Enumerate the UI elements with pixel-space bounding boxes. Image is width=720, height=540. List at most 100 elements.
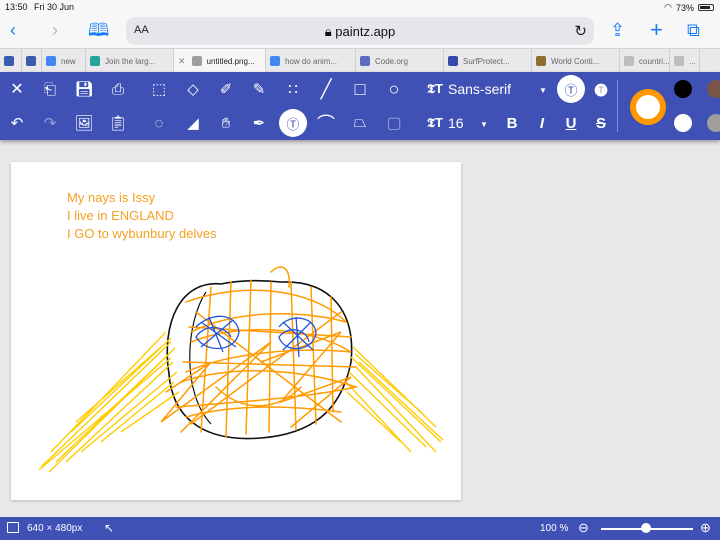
browser-tab[interactable]: new [42, 49, 86, 73]
font-size-dropdown-icon[interactable]: ▼ [480, 120, 488, 129]
tab-favicon-icon [624, 56, 634, 66]
close-icon[interactable]: ✕ [5, 77, 29, 101]
browser-tab[interactable]: World Conti... [532, 49, 620, 73]
status-time: 13:50 [5, 2, 28, 12]
tab-label: untitled.png... [206, 56, 255, 66]
redo-icon[interactable]: ↷ [38, 111, 62, 135]
zoom-out-icon[interactable]: ⊖ [578, 520, 589, 536]
tab-label: ... [689, 56, 696, 66]
tab-label: new [61, 56, 76, 66]
new-tab-icon[interactable]: + [650, 19, 663, 41]
curve-icon[interactable]: ⌒ [314, 111, 338, 135]
tabs-overview-icon[interactable]: ⧉ [687, 20, 700, 40]
underline-icon[interactable]: U [559, 111, 583, 135]
browser-tab[interactable]: SurfProtect... [444, 49, 532, 73]
pan-hand-icon[interactable]: ✋︎ [214, 111, 238, 135]
browser-tab[interactable]: Code.org [356, 49, 444, 73]
tab-favicon-icon [536, 56, 546, 66]
font-size-icon: 𝕿T [427, 115, 443, 130]
free-select-icon[interactable]: ◌ [147, 111, 171, 135]
italic-icon[interactable]: I [530, 111, 554, 135]
cursor-position-icon: ↖ [104, 521, 115, 535]
tab-label: World Conti... [551, 56, 600, 66]
browser-tab[interactable] [22, 49, 42, 73]
zoom-level: 100 % [540, 523, 569, 534]
font-family-icon: 𝕿T [427, 81, 443, 96]
eyedropper-icon[interactable]: ✐ [214, 77, 238, 101]
spray-icon[interactable]: ∷ [281, 77, 305, 101]
palette-swatch-gray[interactable] [707, 114, 720, 132]
current-color-swatch[interactable] [630, 89, 666, 125]
url-value: paintz.app [335, 24, 396, 39]
tab-favicon-icon [360, 56, 370, 66]
forward-icon[interactable]: › [52, 20, 58, 40]
palette-swatch-brown[interactable] [707, 80, 720, 98]
reload-icon[interactable]: ↻ [574, 22, 587, 40]
url-text: 🔒︎ paintz.app [126, 24, 594, 40]
rounded-rect-icon[interactable]: ▢ [382, 111, 406, 135]
tab-favicon-icon [4, 56, 14, 66]
tab-label: countri... [639, 56, 670, 66]
toolbar-divider [617, 80, 618, 132]
tab-favicon-icon [46, 56, 56, 66]
browser-tab[interactable] [0, 49, 22, 73]
browser-address-row: ‹ › 🕮 AA 🔒︎ paintz.app ↻ ⇪ + ⧉ [0, 14, 720, 48]
open-file-icon[interactable]: ⎗ [38, 77, 62, 101]
back-icon[interactable]: ‹ [10, 20, 16, 40]
tab-favicon-icon [674, 56, 684, 66]
tab-favicon-icon [448, 56, 458, 66]
browser-tab[interactable]: how do anim... [266, 49, 356, 73]
print-icon[interactable]: ⎙ [106, 77, 130, 101]
tab-favicon-icon [90, 56, 100, 66]
font-family-select[interactable]: Sans-serif [448, 81, 511, 97]
brush-icon[interactable]: ✒ [247, 111, 271, 135]
save-icon[interactable]: 💾︎ [72, 77, 96, 101]
line-icon[interactable]: ╱ [314, 77, 338, 101]
font-family-dropdown-icon[interactable]: ▼ [539, 86, 547, 95]
fill-bucket-icon[interactable]: ◢ [181, 111, 205, 135]
polygon-icon[interactable]: ⏢ [348, 111, 372, 135]
wifi-icon: ◠ [664, 2, 672, 12]
text-box-icon[interactable]: Ⓣ [557, 75, 585, 103]
battery-percent: 73% [675, 2, 694, 13]
pencil-icon[interactable]: ✎ [247, 77, 271, 101]
eraser-icon[interactable]: ◇ [181, 77, 205, 101]
tab-label: Code.org [375, 56, 408, 66]
lock-icon: 🔒︎ [324, 24, 336, 39]
close-tab-icon[interactable]: ✕ [178, 56, 186, 67]
tab-favicon-icon [270, 56, 280, 66]
bookmarks-icon[interactable]: 🕮 [88, 20, 109, 40]
tab-favicon-icon [191, 56, 202, 66]
bottom-status-bar: 640 × 480px ↖ 100 % ⊖ ⊕ [0, 517, 720, 540]
tab-favicon-icon [26, 56, 36, 66]
font-size-select[interactable]: 16 [448, 115, 464, 131]
tab-label: how do anim... [285, 56, 338, 66]
strikethrough-icon[interactable]: S [589, 111, 613, 135]
browser-tab[interactable]: countri... [620, 49, 670, 73]
rectangle-icon[interactable]: □ [348, 77, 372, 101]
address-bar[interactable]: AA 🔒︎ paintz.app ↻ [126, 17, 594, 45]
text-fill-icon[interactable]: 🅣 [589, 77, 613, 101]
tab-label: SurfProtect... [463, 56, 510, 66]
paste-icon[interactable]: 📋︎ [106, 111, 130, 135]
status-right: ◠ 73% [664, 2, 714, 13]
browser-tab[interactable]: ... [670, 49, 700, 73]
browser-tab[interactable]: ✕ untitled.png... [174, 49, 266, 73]
undo-icon[interactable]: ↶ [5, 111, 29, 135]
ellipse-icon[interactable]: ○ [382, 77, 406, 101]
drawing-canvas[interactable]: My nays is Issy I live in ENGLAND I GO t… [11, 162, 461, 500]
browser-tab[interactable]: Join the larg... [86, 49, 174, 73]
text-tool-icon[interactable]: Ⓣ [279, 109, 307, 137]
share-icon[interactable]: ⇪ [610, 20, 625, 40]
palette-swatch-black[interactable] [674, 80, 692, 98]
battery-icon [698, 4, 714, 11]
face-drawing [38, 266, 444, 473]
tab-label: Join the larg... [105, 56, 156, 66]
zoom-in-icon[interactable]: ⊕ [700, 520, 711, 536]
tab-bar: new Join the larg... ✕ untitled.png... how d… [0, 48, 720, 73]
bold-icon[interactable]: B [500, 111, 524, 135]
rect-select-icon[interactable]: ⬚ [147, 77, 171, 101]
palette-swatch-white[interactable] [674, 114, 692, 132]
zoom-slider-handle[interactable] [641, 523, 651, 533]
insert-image-icon[interactable]: 🖼︎ [72, 111, 96, 135]
